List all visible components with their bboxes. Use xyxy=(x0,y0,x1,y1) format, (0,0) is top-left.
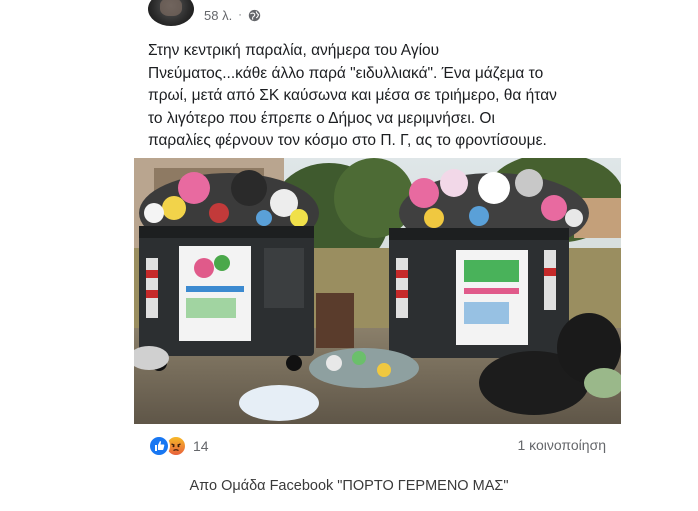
post-meta: 58 λ. · xyxy=(204,6,261,24)
image-caption: Απο Ομάδα Facebook "ΠΟΡΤΟ ΓΕΡΜΕΝΟ ΜΑΣ" xyxy=(189,478,509,494)
post-timestamp[interactable]: 58 λ. xyxy=(204,8,232,23)
share-count-link[interactable]: 1 κοινοποίηση xyxy=(517,437,606,453)
globe-icon[interactable] xyxy=(248,9,261,22)
reactions-summary[interactable]: 14 xyxy=(148,435,209,457)
avatar[interactable] xyxy=(148,0,194,26)
reaction-count: 14 xyxy=(193,438,209,454)
meta-separator: · xyxy=(238,9,242,21)
post-photo[interactable] xyxy=(134,158,621,424)
like-icon xyxy=(148,435,170,457)
facebook-post: 58 λ. · Στην κεντρική παραλία, ανήμερα τ… xyxy=(0,0,698,460)
post-text: Στην κεντρική παραλία, ανήμερα του Αγίου… xyxy=(148,42,557,149)
overflowing-dumpsters-photo xyxy=(134,158,621,424)
